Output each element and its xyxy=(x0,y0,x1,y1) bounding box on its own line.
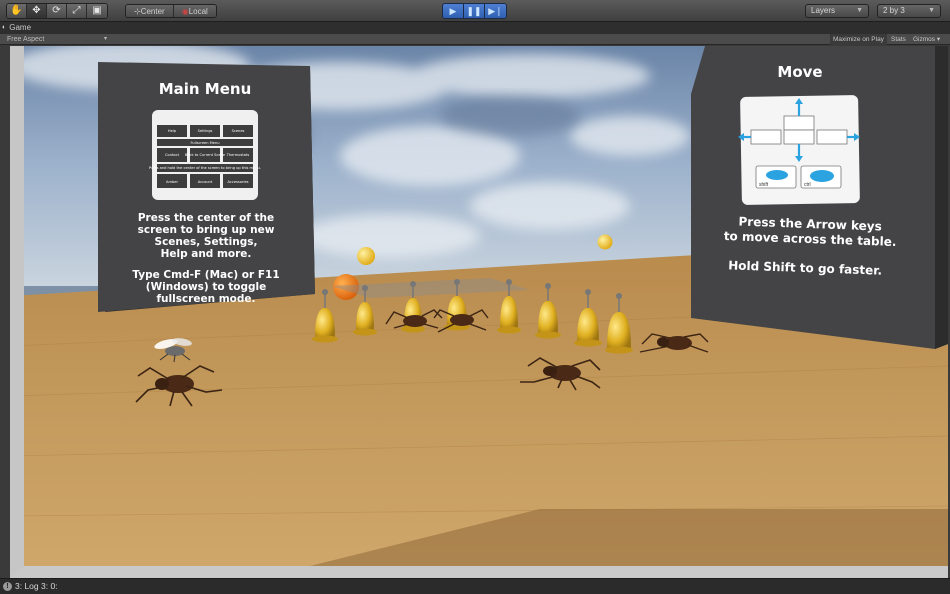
lemon-ball-right[interactable] xyxy=(597,234,613,250)
game-viewport[interactable]: Main Menu Help Settings Scenes Fullscree… xyxy=(10,46,948,578)
play-icon[interactable]: ▶ xyxy=(443,4,464,18)
svg-text:Help and more.: Help and more. xyxy=(161,248,252,260)
svg-text:Settings: Settings xyxy=(198,129,213,133)
svg-text:ctrl: ctrl xyxy=(804,182,811,188)
console-status-bar[interactable]: ! 3: Log 3: 0: xyxy=(0,578,950,594)
game-scene: Main Menu Help Settings Scenes Fullscree… xyxy=(10,46,948,578)
svg-text:Accessories: Accessories xyxy=(227,180,248,184)
svg-text:Fullscreen Menu: Fullscreen Menu xyxy=(190,141,219,145)
svg-text:Type Cmd-F (Mac) or F11: Type Cmd-F (Mac) or F11 xyxy=(132,269,279,281)
svg-text:Contact: Contact xyxy=(165,153,180,157)
info-icon: ! xyxy=(3,582,12,591)
aspect-dropdown[interactable]: Free Aspect ▾ xyxy=(7,34,107,45)
play-controls: ▶ ❚❚ ▶❘ xyxy=(442,3,507,19)
pivot-toggles: ⊹Center ◉Local xyxy=(125,4,217,18)
svg-text:Amber: Amber xyxy=(166,180,178,184)
layers-dropdown[interactable]: Layers ▼ xyxy=(805,4,869,18)
svg-text:screen to bring up new: screen to bring up new xyxy=(138,224,275,236)
menu-grid: Help Settings Scenes Fullscreen Menu Con… xyxy=(149,125,261,188)
svg-text:shift: shift xyxy=(759,182,769,188)
center-icon: ⊹ xyxy=(134,7,141,16)
svg-text:(Windows) to toggle: (Windows) to toggle xyxy=(146,281,266,293)
step-icon[interactable]: ▶❘ xyxy=(485,4,506,18)
svg-text:Account: Account xyxy=(198,180,213,184)
hand-tool-icon[interactable]: ✋ xyxy=(7,4,27,18)
rect-tool-icon[interactable]: ▣ xyxy=(87,4,107,18)
svg-text:Thermostats: Thermostats xyxy=(226,153,250,157)
chevron-down-icon: ▼ xyxy=(856,7,863,14)
pivot-local-toggle[interactable]: ◉Local xyxy=(173,5,216,17)
scale-tool-icon[interactable]: ⤢ xyxy=(67,4,87,18)
svg-text:Scenes, Settings,: Scenes, Settings, xyxy=(155,236,258,248)
game-view-toolbar: Free Aspect ▾ Maximize on Play Stats Gizm… xyxy=(0,34,950,45)
rabbit-icon xyxy=(766,170,788,180)
gizmos-dropdown[interactable]: Gizmos ▾ xyxy=(910,34,943,45)
lemon-ball-left[interactable] xyxy=(357,247,375,265)
move-tool-icon[interactable]: ✥ xyxy=(27,4,47,18)
local-icon: ◉ xyxy=(181,7,189,16)
svg-text:Help: Help xyxy=(168,129,177,133)
pause-icon[interactable]: ❚❚ xyxy=(464,4,485,18)
turtle-icon xyxy=(810,170,834,182)
transform-tools: ✋ ✥ ⟳ ⤢ ▣ xyxy=(6,3,108,19)
svg-text:Scenes: Scenes xyxy=(232,129,245,133)
main-menu-panel[interactable]: Main Menu Help Settings Scenes Fullscree… xyxy=(98,62,315,312)
svg-text:fullscreen mode.: fullscreen mode. xyxy=(156,293,255,305)
table-edge xyxy=(10,566,948,578)
maximize-on-play-toggle[interactable]: Maximize on Play xyxy=(830,34,887,45)
game-view-icon: ◐ xyxy=(2,24,7,31)
chevron-down-icon: ▾ xyxy=(103,36,107,42)
move-panel-title: Move xyxy=(777,63,822,81)
unity-editor-window: ✋ ✥ ⟳ ⤢ ▣ ⊹Center ◉Local ▶ ❚❚ ▶❘ Layers ▼… xyxy=(0,0,950,594)
svg-text:Press the center of the: Press the center of the xyxy=(138,212,274,224)
chevron-down-icon: ▼ xyxy=(928,7,935,14)
status-text: 3: Log 3: 0: xyxy=(15,581,58,591)
rotate-tool-icon[interactable]: ⟳ xyxy=(47,4,67,18)
tab-game[interactable]: ◐ Game xyxy=(2,22,31,34)
stats-toggle[interactable]: Stats xyxy=(888,34,909,45)
main-toolbar: ✋ ✥ ⟳ ⤢ ▣ ⊹Center ◉Local ▶ ❚❚ ▶❘ Layers ▼… xyxy=(0,0,950,22)
svg-text:Press and hold the center of t: Press and hold the center of the screen … xyxy=(149,166,261,170)
layout-dropdown[interactable]: 2 by 3 ▼ xyxy=(877,4,941,18)
main-menu-title: Main Menu xyxy=(159,80,252,98)
pivot-center-toggle[interactable]: ⊹Center xyxy=(126,5,174,17)
svg-text:Back to Current Scene: Back to Current Scene xyxy=(185,153,226,157)
tab-row: ◐ Game xyxy=(0,22,950,34)
move-panel[interactable]: Move shift ctrl Press the Arrow keys to … xyxy=(691,46,948,349)
